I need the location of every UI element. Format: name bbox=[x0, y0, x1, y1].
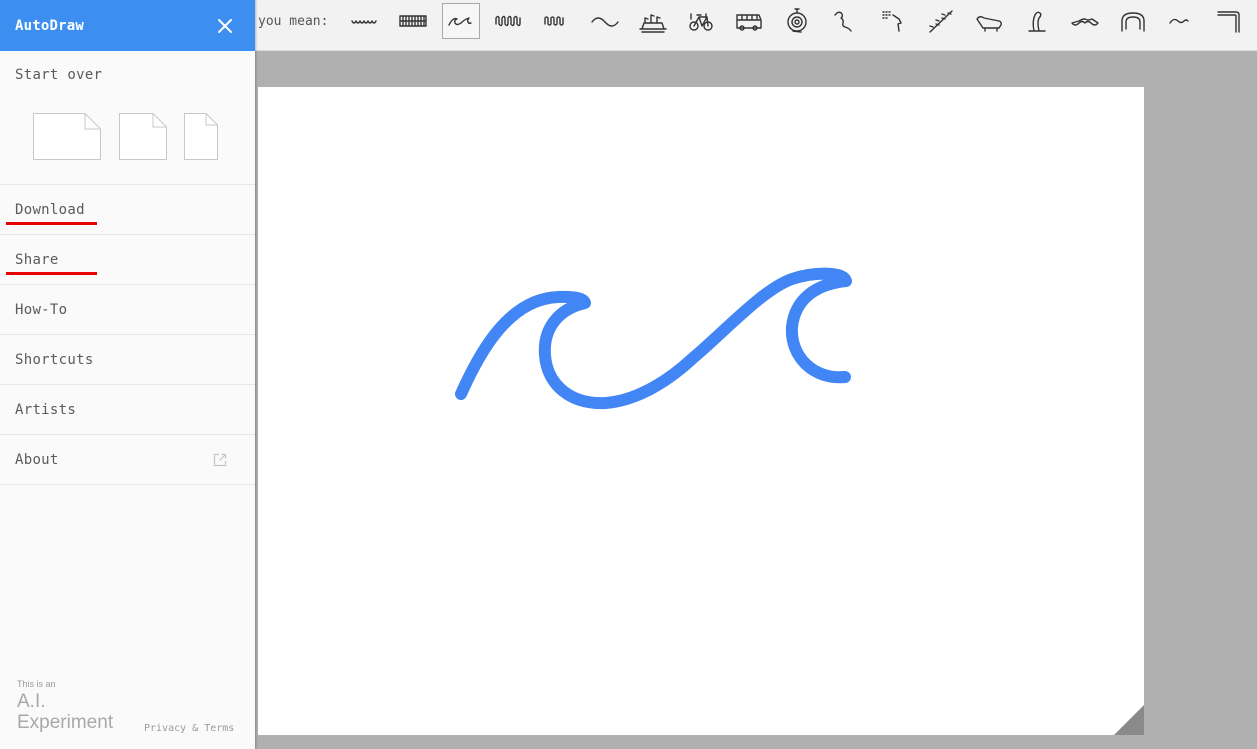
menu-item-label: Shortcuts bbox=[15, 351, 94, 368]
vine-icon[interactable] bbox=[922, 3, 960, 39]
highlight-underline bbox=[6, 272, 97, 275]
footer-caption: This is an bbox=[17, 679, 56, 689]
start-over-section: Start over bbox=[0, 51, 255, 185]
suggestion-bar: you mean: bbox=[255, 0, 1257, 51]
bicycle-icon[interactable] bbox=[682, 3, 720, 39]
arch-icon[interactable] bbox=[1114, 3, 1152, 39]
wave-drawing bbox=[455, 267, 852, 410]
wave-icon[interactable] bbox=[442, 3, 480, 39]
worm-icon[interactable] bbox=[826, 3, 864, 39]
menu-item-shortcuts[interactable]: Shortcuts bbox=[0, 335, 255, 385]
bus-icon[interactable] bbox=[730, 3, 768, 39]
page-size-options bbox=[15, 97, 240, 167]
spring-icon[interactable] bbox=[490, 3, 528, 39]
menu-item-artists[interactable]: Artists bbox=[0, 385, 255, 435]
sidebar-header: AutoDraw bbox=[0, 0, 255, 51]
tilde-icon[interactable] bbox=[586, 3, 624, 39]
menu-item-download[interactable]: Download bbox=[0, 185, 255, 235]
squiggle-icon[interactable] bbox=[346, 3, 384, 39]
menu-item-label: Download bbox=[15, 201, 85, 218]
external-link-icon bbox=[213, 453, 227, 466]
wave-line-icon[interactable] bbox=[1162, 3, 1200, 39]
ai-experiment-logo-line2: Experiment bbox=[17, 712, 114, 733]
menu-item-label: Artists bbox=[15, 401, 77, 418]
resize-handle-icon[interactable] bbox=[1114, 705, 1144, 735]
suggestion-label: you mean: bbox=[258, 14, 329, 29]
menu-item-how-to[interactable]: How-To bbox=[0, 285, 255, 335]
shower-icon[interactable] bbox=[874, 3, 912, 39]
sidebar-footer: This is an A.I. Experiment Privacy & Ter… bbox=[17, 679, 242, 743]
portrait-page-icon[interactable] bbox=[184, 113, 218, 160]
menu-item-about[interactable]: About bbox=[0, 435, 255, 485]
bathtub-icon[interactable] bbox=[970, 3, 1008, 39]
privacy-terms-link[interactable]: Privacy & Terms bbox=[144, 723, 234, 734]
drawing-canvas[interactable] bbox=[258, 87, 1144, 735]
square-page-icon[interactable] bbox=[119, 113, 167, 160]
ai-experiment-logo-line1: A.I. bbox=[17, 691, 46, 712]
cobra-icon[interactable] bbox=[1018, 3, 1056, 39]
app-title: AutoDraw bbox=[15, 17, 85, 34]
menu-item-label: How-To bbox=[15, 301, 68, 318]
sidebar: AutoDraw Start over Download Share How-T… bbox=[0, 0, 255, 749]
menu-item-share[interactable]: Share bbox=[0, 235, 255, 285]
menu-item-label: Share bbox=[15, 251, 59, 268]
corner-icon[interactable] bbox=[1210, 3, 1248, 39]
menu-item-label: About bbox=[15, 451, 59, 468]
boat-icon[interactable] bbox=[634, 3, 672, 39]
start-over-label: Start over bbox=[15, 67, 103, 83]
spiral-icon[interactable] bbox=[778, 3, 816, 39]
landscape-page-icon[interactable] bbox=[33, 113, 101, 160]
mustache-icon[interactable] bbox=[1066, 3, 1104, 39]
highlight-underline bbox=[6, 222, 97, 225]
fence-icon[interactable] bbox=[394, 3, 432, 39]
close-icon[interactable] bbox=[215, 16, 235, 36]
coil-icon[interactable] bbox=[538, 3, 576, 39]
